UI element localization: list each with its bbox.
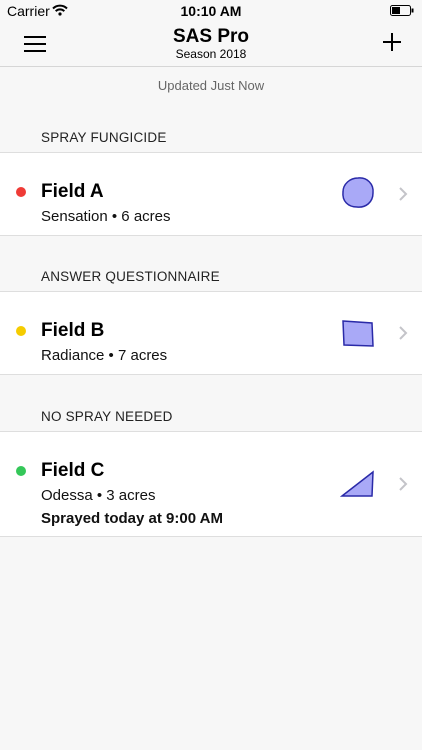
- status-dot-red: [16, 187, 26, 197]
- field-row-c[interactable]: Field C Odessa • 3 acres Sprayed today a…: [0, 431, 422, 537]
- nav-bar: SAS Pro Season 2018: [0, 22, 422, 67]
- field-name: Field A: [41, 181, 104, 202]
- updated-status: Updated Just Now: [157, 78, 265, 93]
- chevron-right-icon: [399, 326, 408, 340]
- status-dot-yellow: [16, 326, 26, 336]
- chevron-right-icon: [399, 187, 408, 201]
- add-button[interactable]: [378, 28, 406, 56]
- status-dot-green: [16, 466, 26, 476]
- field-boundary-circle-icon: [342, 177, 374, 208]
- section-header-answer-questionnaire: ANSWER QUESTIONNAIRE: [41, 269, 220, 284]
- status-bar: Carrier 10:10 AM: [0, 0, 422, 22]
- field-boundary-quad-icon: [342, 320, 374, 347]
- field-row-b[interactable]: Field B Radiance • 7 acres: [0, 291, 422, 375]
- battery-icon: [390, 5, 414, 16]
- section-header-spray-fungicide: SPRAY FUNGICIDE: [41, 130, 167, 145]
- field-detail: Odessa • 3 acres: [41, 487, 156, 504]
- status-time: 10:10 AM: [180, 3, 242, 19]
- section-header-no-spray-needed: NO SPRAY NEEDED: [41, 409, 173, 424]
- field-detail: Sensation • 6 acres: [41, 208, 171, 225]
- app-title: SAS Pro: [172, 26, 250, 47]
- season-subtitle: Season 2018: [175, 47, 247, 61]
- spray-time-text: Sprayed today at 9:00 AM: [41, 510, 223, 527]
- field-row-a[interactable]: Field A Sensation • 6 acres: [0, 152, 422, 236]
- field-boundary-triangle-icon: [340, 470, 374, 497]
- field-detail: Radiance • 7 acres: [41, 347, 168, 364]
- field-name: Field C: [41, 460, 105, 481]
- field-name: Field B: [41, 320, 105, 341]
- chevron-right-icon: [399, 477, 408, 491]
